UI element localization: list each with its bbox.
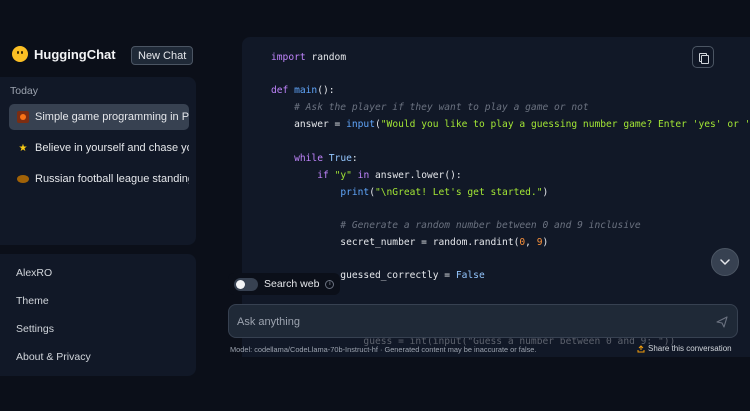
football-icon <box>17 173 29 185</box>
chat-input-box <box>228 304 738 338</box>
copy-code-button[interactable] <box>692 46 714 68</box>
huggingface-logo-icon <box>12 46 28 62</box>
code-line-5: answer = input("Would you like to play a… <box>271 119 750 130</box>
conversation-label: Simple game programming in Py <box>35 111 189 123</box>
sidebar: HuggingChat New Chat Today Simple game p… <box>0 0 200 411</box>
scroll-down-button[interactable] <box>711 248 739 276</box>
code-line-12: secret_number = random.randint(0, 9) <box>271 237 549 248</box>
code-line-8: if "y" in answer.lower(): <box>317 170 462 181</box>
user-name-link[interactable]: AlexRO <box>16 267 52 279</box>
share-icon <box>637 344 645 352</box>
model-disclaimer: Model: codellama/CodeLlama-70b-Instruct-… <box>230 345 537 354</box>
code-token: random <box>311 52 347 63</box>
search-web-toggle[interactable] <box>234 277 258 291</box>
theme-link[interactable]: Theme <box>16 295 49 307</box>
send-icon[interactable] <box>716 316 728 328</box>
brand[interactable]: HuggingChat <box>12 46 116 62</box>
conversation-label: Believe in yourself and chase you <box>35 142 189 154</box>
chevron-down-icon <box>720 259 730 266</box>
share-conversation-button[interactable]: Share this conversation <box>637 344 732 353</box>
conversation-label: Russian football league standings <box>35 173 189 185</box>
search-web-control[interactable]: Search web i <box>228 273 341 295</box>
conversation-item-football[interactable]: Russian football league standings <box>9 166 189 192</box>
section-label-today: Today <box>10 85 39 97</box>
code-line-7: while True: <box>294 153 358 164</box>
about-privacy-link[interactable]: About & Privacy <box>16 351 91 363</box>
code-line-3: def main(): <box>271 85 335 96</box>
settings-link[interactable]: Settings <box>16 323 54 335</box>
code-line-1: import random <box>271 52 347 63</box>
code-line-11: # Generate a random number between 0 and… <box>271 220 641 231</box>
app-name: HuggingChat <box>34 46 116 62</box>
code-line-4: # Ask the player if they want to play a … <box>271 102 589 113</box>
conversation-list-panel <box>0 77 196 245</box>
share-label: Share this conversation <box>648 344 732 353</box>
code-line-9: print("\nGreat! Let's get started.") <box>340 187 549 198</box>
chat-input[interactable] <box>237 311 697 333</box>
info-icon[interactable]: i <box>325 279 335 289</box>
conversation-item-simple-game[interactable]: Simple game programming in Py <box>9 104 189 130</box>
search-web-label: Search web <box>264 278 320 290</box>
joystick-icon <box>17 111 29 123</box>
star-icon: ★ <box>18 142 28 154</box>
new-chat-button[interactable]: New Chat <box>131 46 194 65</box>
conversation-item-believe[interactable]: ★ Believe in yourself and chase you <box>9 135 189 161</box>
